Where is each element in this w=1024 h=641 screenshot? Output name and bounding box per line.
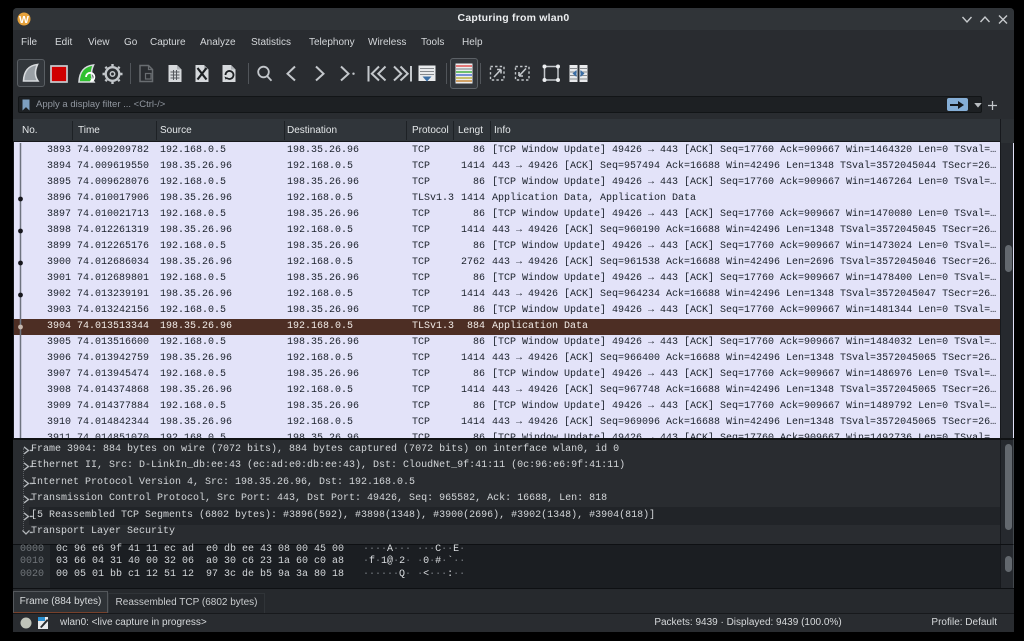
svg-text:W: W — [19, 14, 29, 26]
